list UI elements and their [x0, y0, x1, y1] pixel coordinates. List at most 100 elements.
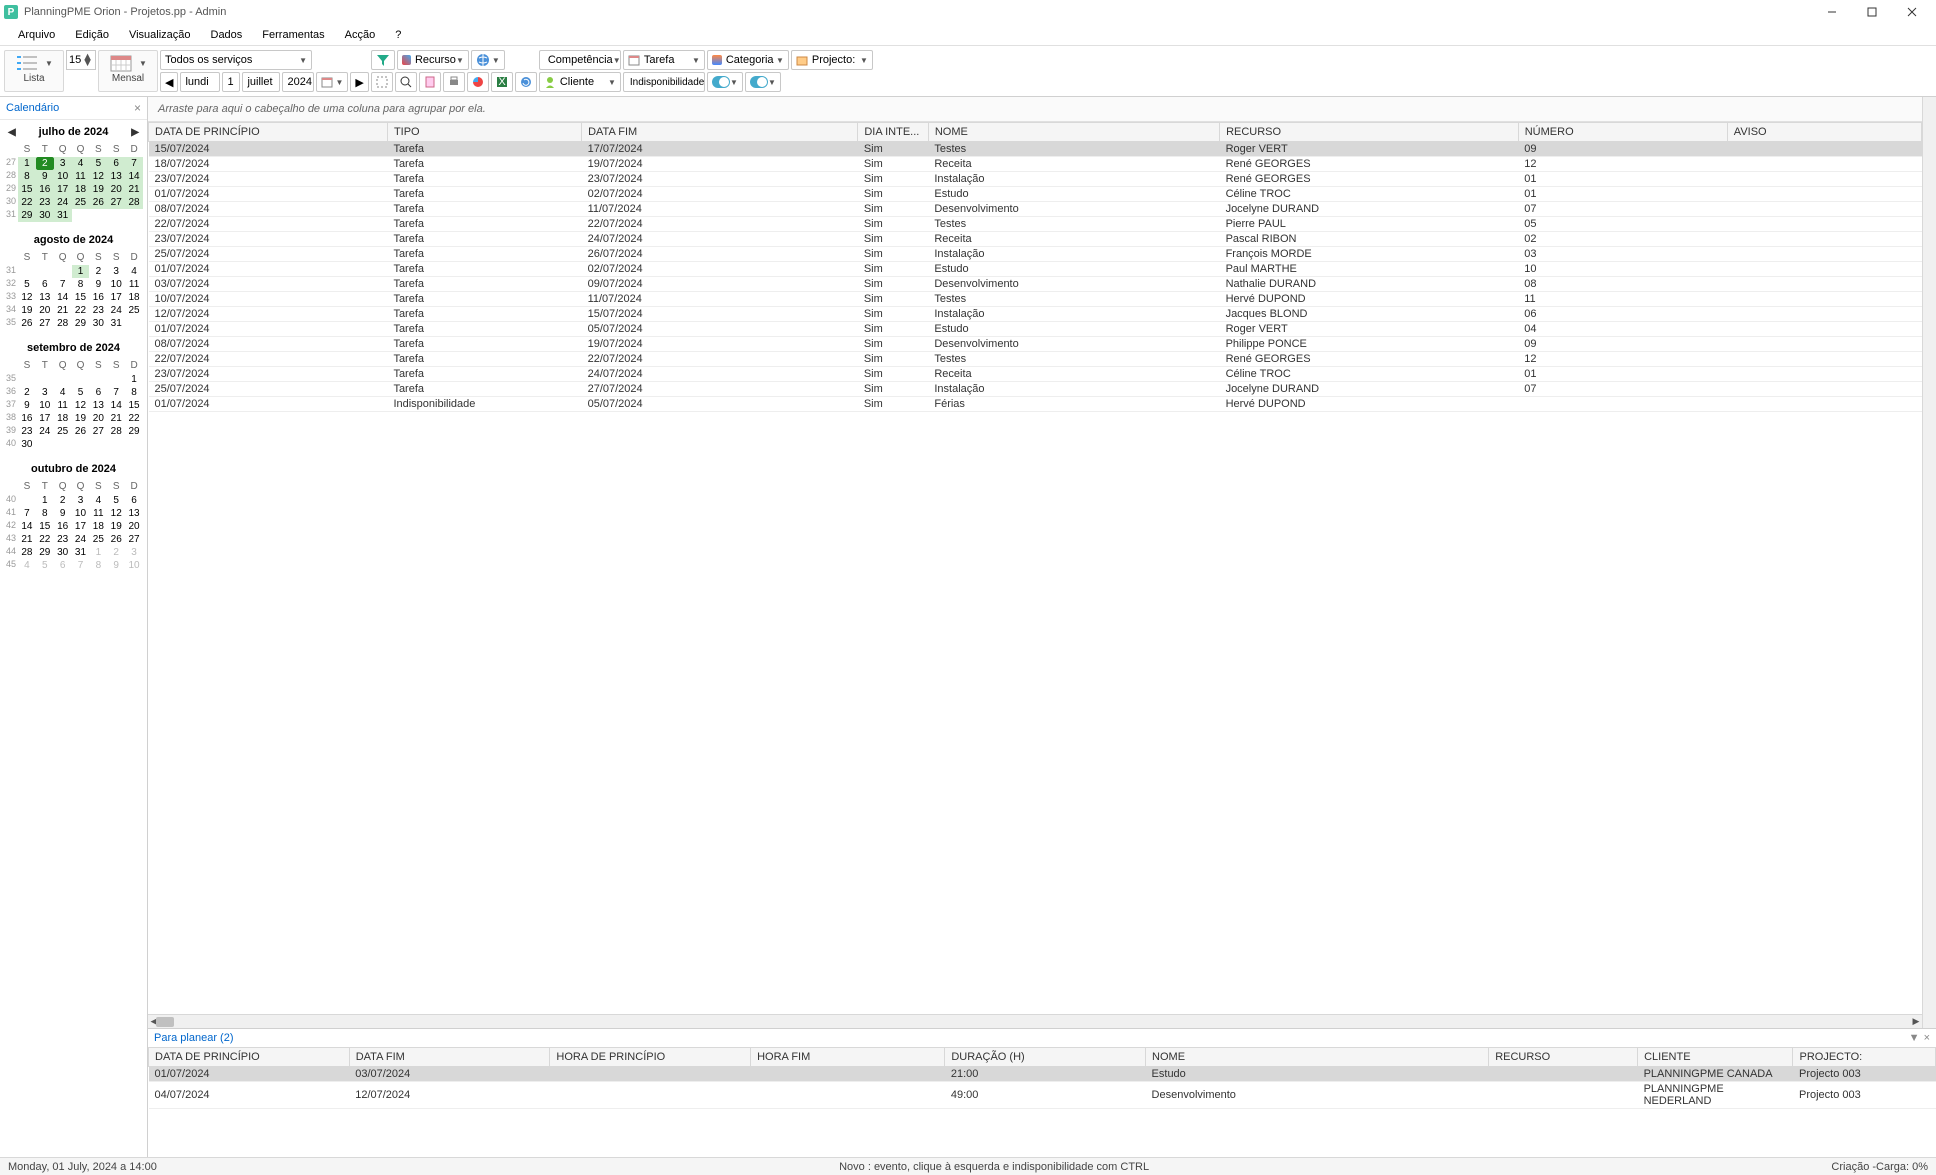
project-combo[interactable]: Projecto:▼ — [791, 50, 873, 70]
excel-button[interactable]: X — [491, 72, 513, 92]
bottom-grid[interactable]: DATA DE PRINCÍPIODATA FIMHORA DE PRINCÍP… — [148, 1047, 1936, 1109]
cal-day[interactable]: 2 — [89, 265, 107, 278]
cal-day[interactable]: 1 — [72, 265, 90, 278]
unavail-combo[interactable]: Indisponibilidade▼ — [623, 72, 705, 92]
table-row[interactable]: 08/07/2024Tarefa19/07/2024SimDesenvolvim… — [149, 337, 1922, 352]
cal-day[interactable]: 9 — [89, 278, 107, 291]
cal-day[interactable]: 14 — [18, 520, 36, 533]
cal-day[interactable]: 23 — [36, 196, 54, 209]
cal-day[interactable]: 4 — [89, 494, 107, 507]
col-header[interactable]: DURAÇÃO (H) — [945, 1048, 1146, 1067]
client-combo[interactable]: Cliente▼ — [539, 72, 621, 92]
bottom-collapse-button[interactable]: ▼ — [1909, 1032, 1920, 1044]
cal-day[interactable]: 26 — [18, 317, 36, 330]
cal-day[interactable]: 25 — [89, 533, 107, 546]
table-row[interactable]: 01/07/2024Tarefa02/07/2024SimEstudoPaul … — [149, 262, 1922, 277]
cal-day[interactable]: 20 — [36, 304, 54, 317]
cal-day[interactable]: 11 — [89, 507, 107, 520]
cal-day[interactable]: 23 — [18, 425, 36, 438]
cal-day[interactable]: 5 — [89, 157, 107, 170]
col-header[interactable]: DIA INTE... — [858, 123, 929, 142]
menu-visualização[interactable]: Visualização — [119, 27, 201, 43]
cal-day[interactable]: 21 — [125, 183, 143, 196]
view-list-button[interactable]: ▼ Lista — [4, 50, 64, 92]
cal-day[interactable]: 2 — [18, 386, 36, 399]
cal-day[interactable]: 16 — [18, 412, 36, 425]
table-row[interactable]: 25/07/2024Tarefa26/07/2024SimInstalaçãoF… — [149, 247, 1922, 262]
close-button[interactable] — [1892, 0, 1932, 24]
cal-day[interactable]: 6 — [107, 157, 125, 170]
table-row[interactable]: 18/07/2024Tarefa19/07/2024SimReceitaRené… — [149, 157, 1922, 172]
cal-day[interactable]: 19 — [72, 412, 90, 425]
competence-combo[interactable]: Competência▼ — [539, 50, 621, 70]
toggle-1[interactable]: ▼ — [707, 72, 743, 92]
task-combo[interactable]: Tarefa▼ — [623, 50, 705, 70]
cal-day[interactable]: 23 — [89, 304, 107, 317]
cal-day[interactable]: 29 — [72, 317, 90, 330]
toggle-2[interactable]: ▼ — [745, 72, 781, 92]
select-tool-button[interactable] — [371, 72, 393, 92]
cal-day[interactable]: 8 — [36, 507, 54, 520]
table-row[interactable]: 01/07/2024Indisponibilidade05/07/2024Sim… — [149, 397, 1922, 412]
cal-day[interactable]: 6 — [125, 494, 143, 507]
cal-day[interactable]: 11 — [72, 170, 90, 183]
cal-day[interactable]: 20 — [89, 412, 107, 425]
col-header[interactable]: NÚMERO — [1518, 123, 1727, 142]
cal-day[interactable]: 12 — [18, 291, 36, 304]
col-header[interactable]: DATA DE PRINCÍPIO — [149, 1048, 350, 1067]
cal-day[interactable]: 20 — [107, 183, 125, 196]
col-header[interactable]: TIPO — [387, 123, 581, 142]
cal-day[interactable]: 11 — [54, 399, 72, 412]
v-scrollbar[interactable] — [1922, 97, 1936, 1028]
table-row[interactable]: 10/07/2024Tarefa11/07/2024SimTestesHervé… — [149, 292, 1922, 307]
cal-day[interactable]: 27 — [107, 196, 125, 209]
table-row[interactable]: 25/07/2024Tarefa27/07/2024SimInstalaçãoJ… — [149, 382, 1922, 397]
cal-day[interactable]: 12 — [72, 399, 90, 412]
cal-day[interactable]: 22 — [36, 533, 54, 546]
cal-day[interactable]: 27 — [125, 533, 143, 546]
cal-day[interactable]: 10 — [54, 170, 72, 183]
cal-day[interactable]: 19 — [107, 520, 125, 533]
cal-day[interactable]: 28 — [18, 546, 36, 559]
cal-day[interactable]: 22 — [125, 412, 143, 425]
cal-day[interactable]: 26 — [72, 425, 90, 438]
cal-day[interactable]: 24 — [72, 533, 90, 546]
cal-day[interactable]: 30 — [89, 317, 107, 330]
cal-day[interactable]: 27 — [89, 425, 107, 438]
menu-acção[interactable]: Acção — [335, 27, 386, 43]
col-header[interactable]: AVISO — [1727, 123, 1921, 142]
table-row[interactable]: 23/07/2024Tarefa24/07/2024SimReceitaCéli… — [149, 367, 1922, 382]
date-day-combo[interactable]: lundi — [180, 72, 220, 92]
date-picker-button[interactable]: ▼ — [316, 72, 348, 92]
cal-day[interactable]: 18 — [72, 183, 90, 196]
cal-day[interactable]: 4 — [125, 265, 143, 278]
cal-day[interactable]: 29 — [18, 209, 36, 222]
cal-day[interactable]: 31 — [54, 209, 72, 222]
cal-day[interactable]: 8 — [125, 386, 143, 399]
cal-day[interactable]: 22 — [18, 196, 36, 209]
cal-day[interactable]: 30 — [54, 546, 72, 559]
services-combo[interactable]: Todos os serviços▼ — [160, 50, 312, 70]
globe-button[interactable]: ▼ — [471, 50, 505, 70]
cal-day[interactable]: 20 — [125, 520, 143, 533]
cal-day[interactable]: 16 — [54, 520, 72, 533]
date-num-combo[interactable]: 1 — [222, 72, 240, 92]
table-row[interactable]: 15/07/2024Tarefa17/07/2024SimTestesRoger… — [149, 142, 1922, 157]
table-row[interactable]: 01/07/2024Tarefa05/07/2024SimEstudoRoger… — [149, 322, 1922, 337]
search-button[interactable] — [395, 72, 417, 92]
col-header[interactable]: DATA DE PRINCÍPIO — [149, 123, 388, 142]
cal-day[interactable]: 24 — [54, 196, 72, 209]
minimize-button[interactable] — [1812, 0, 1852, 24]
view-monthly-button[interactable]: ▼ Mensal — [98, 50, 158, 92]
col-header[interactable]: DATA FIM — [349, 1048, 550, 1067]
cal-day[interactable]: 3 — [54, 157, 72, 170]
menu-dados[interactable]: Dados — [201, 27, 253, 43]
group-by-bar[interactable]: Arraste para aqui o cabeçalho de uma col… — [148, 97, 1922, 122]
cal-day[interactable]: 13 — [89, 399, 107, 412]
cal-day[interactable]: 15 — [125, 399, 143, 412]
cal-day[interactable]: 3 — [72, 494, 90, 507]
cal-day[interactable]: 1 — [125, 373, 143, 386]
cal-day[interactable]: 2 — [54, 494, 72, 507]
cal-day[interactable]: 30 — [36, 209, 54, 222]
cal-day[interactable]: 22 — [72, 304, 90, 317]
